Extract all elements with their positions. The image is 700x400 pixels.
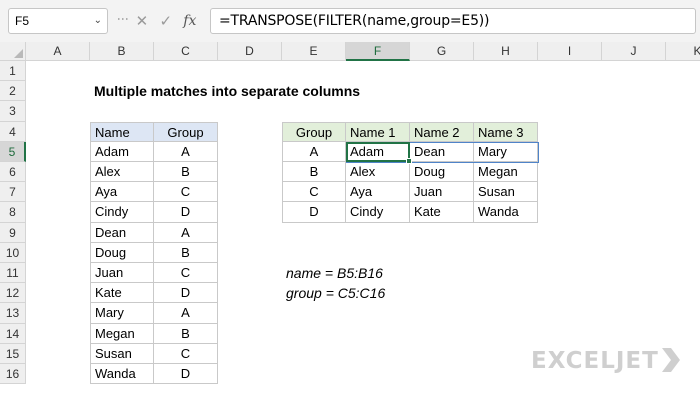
source-group-cell[interactable]: A [154, 141, 218, 162]
result-name-cell[interactable]: Kate [410, 202, 474, 223]
result-header-name-3[interactable]: Name 3 [474, 121, 538, 142]
source-name-cell[interactable]: Susan [90, 343, 154, 364]
column-header-g[interactable]: G [410, 42, 474, 61]
column-header-i[interactable]: I [538, 42, 602, 61]
formula-bar: F5 ⌄ ⋮ ✕ ✓ fx =TRANSPOSE(FILTER(name,gro… [0, 0, 700, 42]
source-name-cell[interactable]: Doug [90, 242, 154, 263]
insert-function-icon[interactable]: fx [183, 13, 196, 29]
source-header-name[interactable]: Name [90, 121, 154, 142]
row-header-2[interactable]: 2 [0, 81, 26, 102]
source-name-cell[interactable]: Wanda [90, 364, 154, 385]
source-name-cell[interactable]: Dean [90, 222, 154, 243]
chevron-down-icon[interactable]: ⌄ [94, 9, 102, 33]
column-header-f[interactable]: F [346, 42, 410, 61]
name-box[interactable]: F5 ⌄ [8, 8, 108, 34]
source-name-cell[interactable]: Aya [90, 182, 154, 203]
row-header-15[interactable]: 15 [0, 343, 26, 364]
result-name-cell[interactable]: Juan [410, 182, 474, 203]
result-group-cell[interactable]: D [282, 202, 346, 223]
named-range-note: name = B5:B16 [286, 265, 383, 281]
more-options-icon[interactable]: ⋮ [116, 13, 130, 24]
source-group-cell[interactable]: C [154, 343, 218, 364]
source-group-cell[interactable]: C [154, 263, 218, 284]
formula-buttons: ✕ ✓ fx [130, 8, 202, 34]
name-box-value: F5 [15, 14, 30, 28]
column-header-k[interactable]: K [666, 42, 700, 61]
column-header-j[interactable]: J [602, 42, 666, 61]
result-name-cell[interactable]: Dean [410, 141, 474, 162]
named-range-note: group = C5:C16 [286, 285, 386, 302]
source-group-cell[interactable]: D [154, 202, 218, 223]
result-header-group[interactable]: Group [282, 121, 346, 142]
row-header-5[interactable]: 5 [0, 141, 26, 162]
result-name-cell[interactable]: Wanda [474, 202, 538, 223]
result-name-cell[interactable]: Doug [410, 162, 474, 183]
source-name-cell[interactable]: Adam [90, 141, 154, 162]
row-header-7[interactable]: 7 [0, 182, 26, 203]
fill-handle[interactable] [406, 158, 412, 164]
cancel-icon[interactable]: ✕ [136, 12, 149, 30]
source-group-cell[interactable]: B [154, 323, 218, 344]
source-header-group[interactable]: Group [154, 121, 218, 142]
result-group-cell[interactable]: C [282, 182, 346, 203]
result-name-cell[interactable]: Megan [474, 162, 538, 183]
exceljet-logo-arrow-icon [662, 348, 680, 372]
source-group-cell[interactable]: A [154, 222, 218, 243]
column-header-d[interactable]: D [218, 42, 282, 61]
sheet-title: Multiple matches into separate columns [94, 83, 361, 100]
active-cell[interactable]: Adam [346, 141, 410, 162]
row-header-9[interactable]: 9 [0, 222, 26, 243]
column-header-a[interactable]: A [26, 42, 90, 61]
result-name-cell[interactable]: Alex [346, 162, 410, 183]
source-name-cell[interactable]: Cindy [90, 202, 154, 223]
formula-input[interactable]: =TRANSPOSE(FILTER(name,group=E5)) [210, 8, 696, 34]
result-name-cell[interactable]: Aya [346, 182, 410, 203]
worksheet-grid[interactable]: A B C D E F G H I J K 1 2 3 4 5 6 7 8 9 10 11 12 13 14 15 16 Multip… [0, 42, 700, 400]
result-name-cell[interactable]: Susan [474, 182, 538, 203]
source-group-cell[interactable]: A [154, 303, 218, 324]
source-name-cell[interactable]: Kate [90, 283, 154, 304]
source-group-cell[interactable]: C [154, 182, 218, 203]
row-header-14[interactable]: 14 [0, 323, 26, 344]
row-header-13[interactable]: 13 [0, 303, 26, 324]
row-header-3[interactable]: 3 [0, 101, 26, 122]
source-name-cell[interactable]: Alex [90, 162, 154, 183]
row-header-6[interactable]: 6 [0, 162, 26, 183]
row-header-10[interactable]: 10 [0, 242, 26, 263]
result-group-cell[interactable]: B [282, 162, 346, 183]
source-group-cell[interactable]: B [154, 242, 218, 263]
row-header-16[interactable]: 16 [0, 364, 26, 385]
source-group-cell[interactable]: D [154, 283, 218, 304]
result-header-name-1[interactable]: Name 1 [346, 121, 410, 142]
row-header-8[interactable]: 8 [0, 202, 26, 223]
source-name-cell[interactable]: Mary [90, 303, 154, 324]
row-header-11[interactable]: 11 [0, 263, 26, 284]
exceljet-logo: EXCELJET [531, 348, 659, 374]
column-header-h[interactable]: H [474, 42, 538, 61]
result-header-name-2[interactable]: Name 2 [410, 121, 474, 142]
source-group-cell[interactable]: B [154, 162, 218, 183]
column-header-b[interactable]: B [90, 42, 154, 61]
select-all-corner[interactable] [0, 42, 26, 61]
enter-icon[interactable]: ✓ [159, 12, 172, 30]
source-name-cell[interactable]: Megan [90, 323, 154, 344]
row-header-4[interactable]: 4 [0, 121, 26, 142]
row-header-12[interactable]: 12 [0, 283, 26, 304]
column-header-e[interactable]: E [282, 42, 346, 61]
source-name-cell[interactable]: Juan [90, 263, 154, 284]
source-group-cell[interactable]: D [154, 364, 218, 385]
result-name-cell[interactable]: Mary [474, 141, 538, 162]
result-group-cell[interactable]: A [282, 141, 346, 162]
row-header-1[interactable]: 1 [0, 61, 26, 82]
result-name-cell[interactable]: Cindy [346, 202, 410, 223]
column-header-c[interactable]: C [154, 42, 218, 61]
